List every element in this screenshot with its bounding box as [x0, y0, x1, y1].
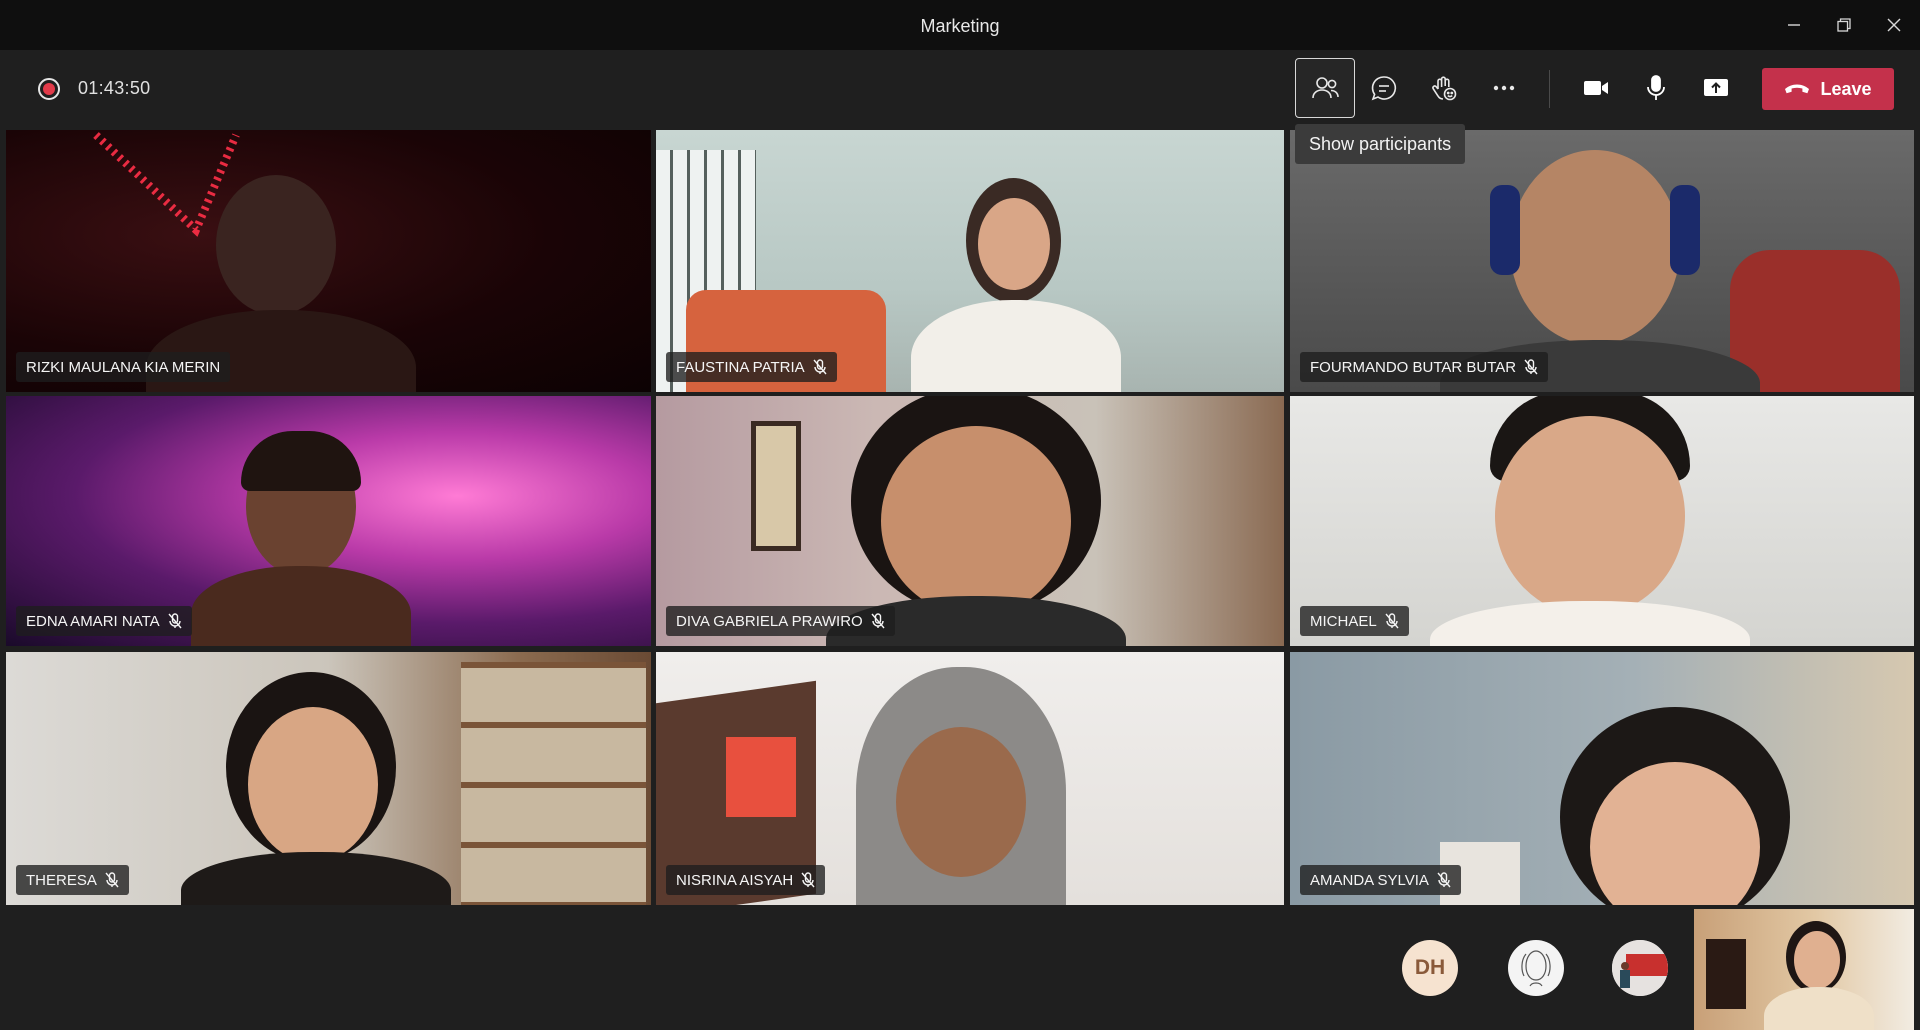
chat-button[interactable] [1354, 58, 1414, 118]
participant-avatar[interactable] [1612, 940, 1668, 996]
share-screen-button[interactable] [1686, 58, 1746, 118]
title-bar: Marketing [0, 0, 1920, 50]
participant-name-tag: FOURMANDO BUTAR BUTAR [1300, 352, 1549, 382]
restore-button[interactable] [1820, 0, 1868, 50]
participant-figure [978, 198, 1050, 290]
participant-name-tag: AMANDA SYLVIA [1300, 865, 1461, 895]
minimize-icon [1788, 24, 1800, 26]
muted-mic-icon [1437, 872, 1451, 888]
video-tile[interactable]: FAUSTINA PATRIA [656, 130, 1284, 392]
muted-mic-icon [813, 359, 827, 375]
muted-mic-icon [1385, 613, 1399, 629]
participant-figure [1495, 416, 1685, 616]
participant-name-tag: EDNA AMARI NATA [16, 606, 192, 636]
video-tile[interactable]: MICHAEL [1290, 396, 1914, 646]
self-view-video[interactable] [1694, 909, 1914, 1030]
participant-name: MICHAEL [1310, 612, 1377, 630]
camera-icon [1584, 81, 1608, 95]
show-participants-button[interactable] [1295, 58, 1355, 118]
minimize-button[interactable] [1770, 0, 1818, 50]
video-tile[interactable]: DIVA GABRIELA PRAWIRO [656, 396, 1284, 646]
participant-name: NISRINA AISYAH [676, 871, 794, 889]
microphone-icon [1647, 75, 1665, 100]
raise-hand-icon [1432, 76, 1457, 101]
microphone-toggle-button[interactable] [1626, 58, 1686, 118]
video-tile[interactable]: EDNA AMARI NATA [6, 396, 651, 646]
participant-figure [181, 852, 451, 905]
headset-icon [1670, 185, 1700, 275]
participant-name: AMANDA SYLVIA [1310, 871, 1429, 889]
video-tile[interactable]: FOURMANDO BUTAR BUTAR [1290, 130, 1914, 392]
video-grid: RIZKI MAULANA KIA MERIN FAUSTINA PATRIA … [6, 130, 1914, 905]
participant-figure [896, 727, 1026, 877]
participant-name-tag: RIZKI MAULANA KIA MERIN [16, 352, 231, 382]
picture-frame [751, 421, 801, 551]
participant-name-tag: DIVA GABRIELA PRAWIRO [666, 606, 895, 636]
video-tile[interactable]: RIZKI MAULANA KIA MERIN [6, 130, 651, 392]
more-icon [1493, 85, 1515, 91]
leave-label: Leave [1820, 78, 1872, 99]
participant-figure [248, 707, 378, 862]
bottom-participant-bar: DH [0, 905, 1920, 1030]
participant-avatar[interactable] [1508, 940, 1564, 996]
participant-name-tag: MICHAEL [1300, 606, 1409, 636]
participant-figure [1430, 601, 1750, 646]
participants-tooltip: Show participants [1295, 124, 1466, 164]
participant-figure [1794, 931, 1840, 989]
more-actions-button[interactable] [1474, 58, 1534, 118]
participant-avatar[interactable]: DH [1402, 940, 1458, 996]
close-icon [1887, 18, 1901, 32]
participant-name: RIZKI MAULANA KIA MERIN [26, 358, 221, 376]
muted-mic-icon [1524, 359, 1538, 375]
video-tile[interactable]: AMANDA SYLVIA [1290, 652, 1914, 905]
share-screen-icon [1704, 79, 1728, 96]
recording-indicator-icon [38, 78, 60, 100]
participant-name-tag: THERESA [16, 865, 129, 895]
participants-icon [1312, 77, 1339, 99]
camera-toggle-button[interactable] [1566, 58, 1626, 118]
participant-name-tag: FAUSTINA PATRIA [666, 352, 837, 382]
window-title: Marketing [920, 16, 1000, 36]
toolbar-separator [1549, 70, 1550, 108]
hang-up-icon [1785, 84, 1810, 94]
participant-figure [1510, 150, 1680, 345]
meeting-toolbar: 01:43:50 Leave [0, 50, 1920, 128]
teams-meeting-window: Marketing 01:43:50 Leave Show participan… [0, 0, 1920, 1030]
leave-button[interactable]: Leave [1762, 68, 1894, 110]
close-button[interactable] [1870, 0, 1918, 50]
participant-name: FAUSTINA PATRIA [676, 358, 805, 376]
muted-mic-icon [801, 872, 815, 888]
video-tile[interactable]: THERESA [6, 652, 651, 905]
avatar-photo-icon [1612, 940, 1668, 996]
participant-figure [216, 175, 336, 315]
book-background [726, 737, 796, 817]
video-tile[interactable]: NISRINA AISYAH [656, 652, 1284, 905]
cup-noodle-background [1730, 250, 1900, 392]
participant-name: DIVA GABRIELA PRAWIRO [676, 612, 863, 630]
shelf-background [461, 662, 646, 905]
muted-mic-icon [871, 613, 885, 629]
participant-figure [911, 300, 1121, 392]
avatar-initials: DH [1414, 956, 1446, 979]
chat-icon [1371, 76, 1397, 101]
participant-name: FOURMANDO BUTAR BUTAR [1310, 358, 1517, 376]
recording-timer: 01:43:50 [78, 78, 151, 98]
restore-icon [1837, 18, 1851, 32]
muted-mic-icon [168, 613, 182, 629]
avatar-sketch-icon [1521, 950, 1551, 987]
participant-figure [881, 426, 1071, 616]
participant-figure [191, 566, 411, 646]
participant-name: THERESA [26, 871, 97, 889]
participant-name: EDNA AMARI NATA [26, 612, 160, 630]
participant-figure [241, 431, 361, 491]
reactions-button[interactable] [1414, 58, 1474, 118]
furniture-background [1706, 939, 1746, 1009]
muted-mic-icon [105, 872, 119, 888]
headset-icon [1490, 185, 1520, 275]
participant-name-tag: NISRINA AISYAH [666, 865, 826, 895]
